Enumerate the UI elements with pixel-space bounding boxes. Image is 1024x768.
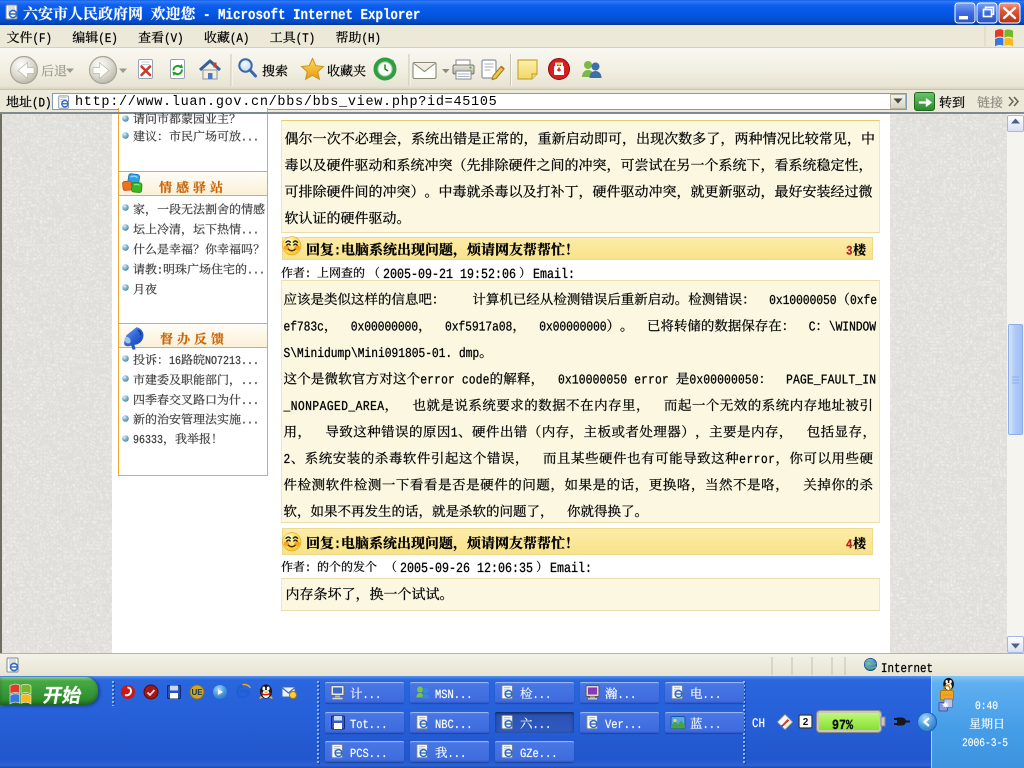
svg-text:UE: UE [191, 688, 203, 697]
svg-text:2: 2 [803, 717, 809, 728]
